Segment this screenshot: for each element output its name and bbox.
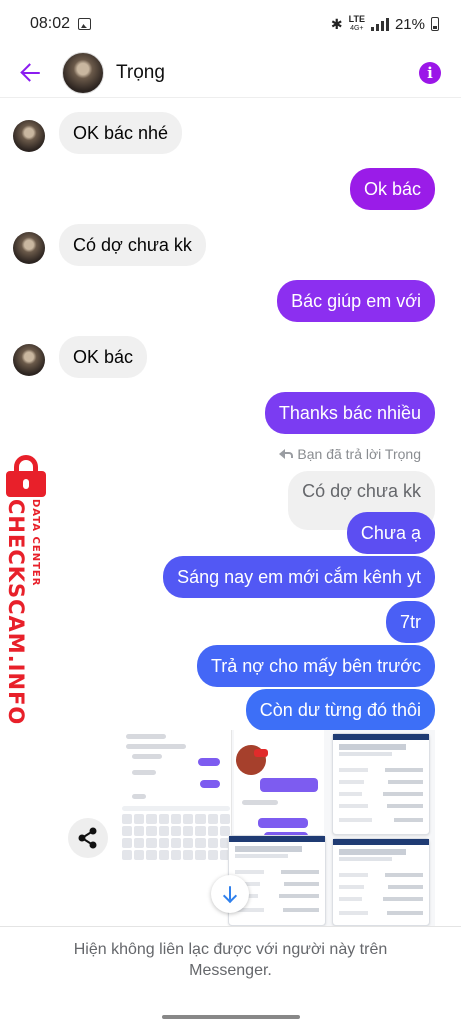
message-bubble-outgoing[interactable]: Thanks bác nhiều [264, 392, 435, 434]
back-arrow-icon[interactable] [18, 60, 44, 86]
battery-percent: 21% [394, 15, 425, 33]
contact-avatar[interactable] [62, 51, 104, 94]
message-bubble-outgoing[interactable]: Trả nợ cho mấy bên trước [196, 645, 435, 687]
checkscam-watermark: CHECKSCAM.INFO DATA CENTER [0, 455, 50, 725]
message-bubble-outgoing[interactable]: Sáng nay em mới cắm kênh yt [163, 556, 435, 598]
status-time: 08:02 [30, 15, 71, 32]
home-indicator[interactable] [162, 1015, 300, 1019]
attached-image-id-card[interactable] [332, 733, 430, 835]
message-bubble-outgoing[interactable]: 7tr [385, 601, 435, 643]
message-bubble-outgoing[interactable]: Còn dư từng đó thôi [245, 689, 435, 731]
bluetooth-icon: ✱ [330, 15, 343, 32]
signal-icon [370, 17, 389, 31]
watermark-main-text: CHECKSCAM.INFO [4, 499, 28, 726]
contact-name[interactable]: Trọng [116, 62, 165, 84]
reply-context: Bạn đã trả lời Trọng [279, 446, 421, 462]
sender-avatar[interactable] [13, 232, 45, 264]
status-bar: 08:02 ✱ LTE 4G+ 21% [0, 0, 461, 48]
message-bubble-outgoing[interactable]: Ok bác [349, 168, 435, 210]
arrow-down-icon[interactable] [211, 875, 249, 913]
unavailable-footer: Hiện không liên lạc được với người này t… [0, 926, 461, 1024]
lock-icon [4, 455, 48, 497]
attached-image-id-card[interactable] [332, 838, 430, 926]
network-type: LTE 4G+ [349, 15, 365, 33]
network-sub-label: 4G+ [350, 25, 364, 32]
screenshot-attachments[interactable] [120, 730, 435, 926]
message-bubble-outgoing[interactable]: Chưa ạ [346, 512, 435, 554]
network-label: LTE [348, 14, 365, 24]
gallery-notification-icon [78, 18, 92, 30]
info-icon[interactable]: i [419, 61, 441, 84]
sender-avatar[interactable] [13, 344, 45, 376]
watermark-sub-text: DATA CENTER [30, 499, 41, 587]
conversation-header: Trọng i [0, 48, 461, 98]
message-bubble-incoming[interactable]: OK bác nhé [59, 112, 183, 154]
battery-icon [431, 17, 439, 31]
reply-icon [279, 449, 294, 459]
share-icon[interactable] [68, 818, 108, 858]
unavailable-notice: Hiện không liên lạc được với người này t… [73, 941, 388, 979]
message-bubble-incoming[interactable]: OK bác [59, 336, 148, 378]
sender-avatar[interactable] [13, 120, 45, 152]
message-bubble-incoming[interactable]: Có dợ chưa kk [59, 224, 206, 266]
status-indicators: ✱ LTE 4G+ 21% [331, 15, 439, 33]
message-bubble-outgoing[interactable]: Bác giúp em với [277, 280, 435, 322]
sticker-image [236, 745, 268, 775]
reply-context-label: Bạn đã trả lời Trọng [297, 446, 421, 462]
